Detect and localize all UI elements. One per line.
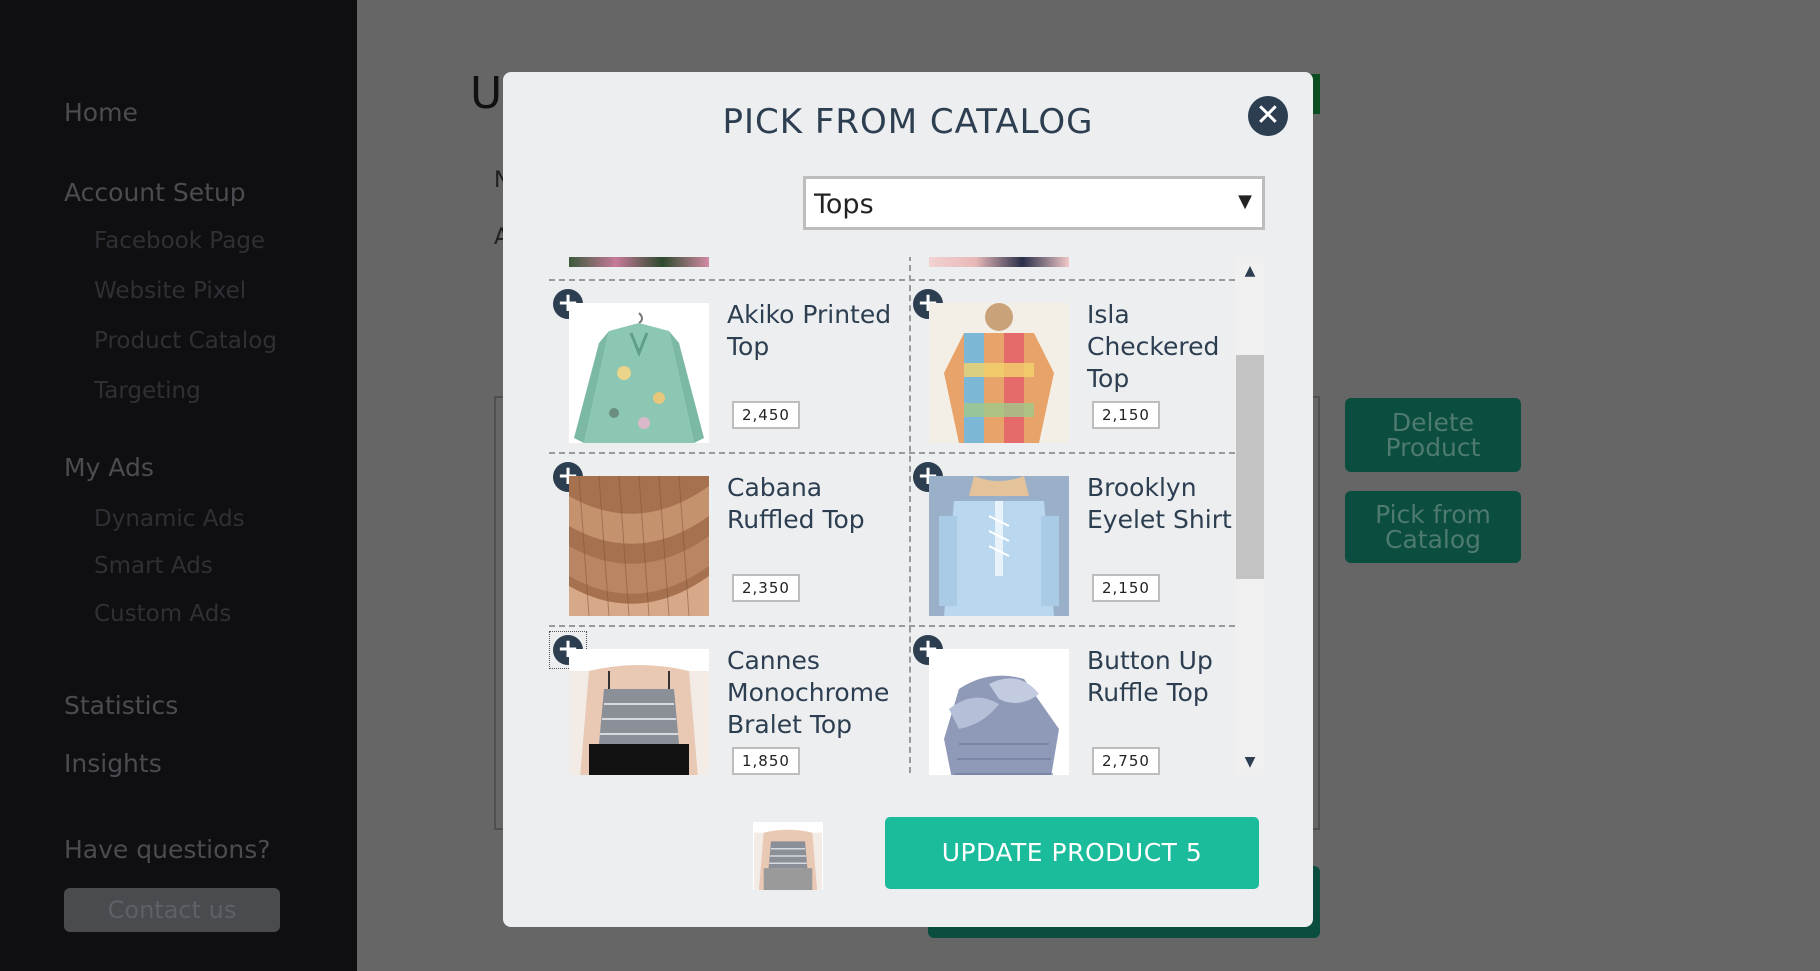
product-name: Cabana Ruffled Top: [727, 473, 865, 534]
scroll-down-icon[interactable]: ▼: [1235, 753, 1265, 775]
product-price: 2,150: [1092, 401, 1160, 429]
product-price: 2,450: [732, 401, 800, 429]
nav-facebook-page[interactable]: Facebook Page: [94, 228, 265, 254]
chevron-down-icon: ▼: [1238, 191, 1252, 212]
product-name: Isla Checkered Top: [1087, 300, 1220, 393]
nav-custom-ads[interactable]: Custom Ads: [94, 601, 231, 627]
questions-label: Have questions?: [64, 835, 271, 864]
product-grid: + Akiko Printed Top 2,450 + Isla Checker…: [549, 257, 1235, 775]
nav-website-pixel[interactable]: Website Pixel: [94, 278, 246, 304]
contact-us-button[interactable]: Contact us: [64, 888, 280, 932]
nav-my-ads[interactable]: My Ads: [64, 453, 154, 482]
product-price: 2,750: [1092, 747, 1160, 775]
product-price: 2,150: [1092, 574, 1160, 602]
page-title: U: [470, 68, 503, 119]
nav-home[interactable]: Home: [64, 98, 138, 127]
product-name: Button Up Ruffle Top: [1087, 646, 1213, 707]
product-card[interactable]: + Cabana Ruffled Top 2,350: [549, 454, 909, 627]
product-name: Akiko Printed Top: [727, 300, 892, 361]
product-price: 1,850: [732, 747, 800, 775]
nav-product-catalog[interactable]: Product Catalog: [94, 328, 277, 354]
product-card[interactable]: + Button Up Ruffle Top 2,750: [909, 627, 1235, 775]
selected-product-thumbnail: [753, 822, 823, 890]
grid-scrollbar[interactable]: ▲ ▼: [1235, 257, 1265, 775]
nav-targeting[interactable]: Targeting: [94, 378, 201, 404]
product-image: [929, 476, 1069, 616]
product-card[interactable]: + Cannes Monochrome Bralet Top 1,850: [549, 627, 909, 775]
product-name: Brooklyn Eyelet Shirt: [1087, 473, 1232, 534]
nav-dynamic-ads[interactable]: Dynamic Ads: [94, 506, 245, 532]
nav-statistics[interactable]: Statistics: [64, 691, 178, 720]
product-name: Cannes Monochrome Bralet Top: [727, 646, 890, 739]
product-card[interactable]: + Isla Checkered Top 2,150: [909, 281, 1235, 454]
product-image: [929, 649, 1069, 775]
product-image: [569, 649, 709, 775]
catalog-modal: PICK FROM CATALOG ✕ Tops ▼ + Akiko Print…: [503, 72, 1313, 927]
nav-smart-ads[interactable]: Smart Ads: [94, 553, 213, 579]
product-image: [569, 476, 709, 616]
scroll-up-icon[interactable]: ▲: [1235, 257, 1265, 279]
category-select[interactable]: Tops ▼: [803, 176, 1265, 230]
nav-insights[interactable]: Insights: [64, 749, 162, 778]
sidebar: Home Account Setup Facebook Page Website…: [0, 0, 357, 971]
nav-account-setup[interactable]: Account Setup: [64, 178, 246, 207]
product-card[interactable]: + Akiko Printed Top 2,450: [549, 281, 909, 454]
close-icon[interactable]: ✕: [1248, 96, 1288, 136]
product-image-partial: [569, 257, 709, 267]
product-image: [929, 303, 1069, 443]
scrollbar-thumb[interactable]: [1236, 355, 1264, 579]
product-image-partial: [929, 257, 1069, 267]
modal-title: PICK FROM CATALOG: [722, 102, 1094, 142]
product-card[interactable]: + Brooklyn Eyelet Shirt 2,150: [909, 454, 1235, 627]
pick-from-catalog-button[interactable]: Pick from Catalog: [1345, 491, 1521, 563]
category-select-value: Tops: [814, 189, 874, 220]
product-price: 2,350: [732, 574, 800, 602]
product-image: [569, 303, 709, 443]
update-product-button[interactable]: UPDATE PRODUCT 5: [885, 817, 1259, 889]
delete-product-button[interactable]: Delete Product: [1345, 398, 1521, 472]
